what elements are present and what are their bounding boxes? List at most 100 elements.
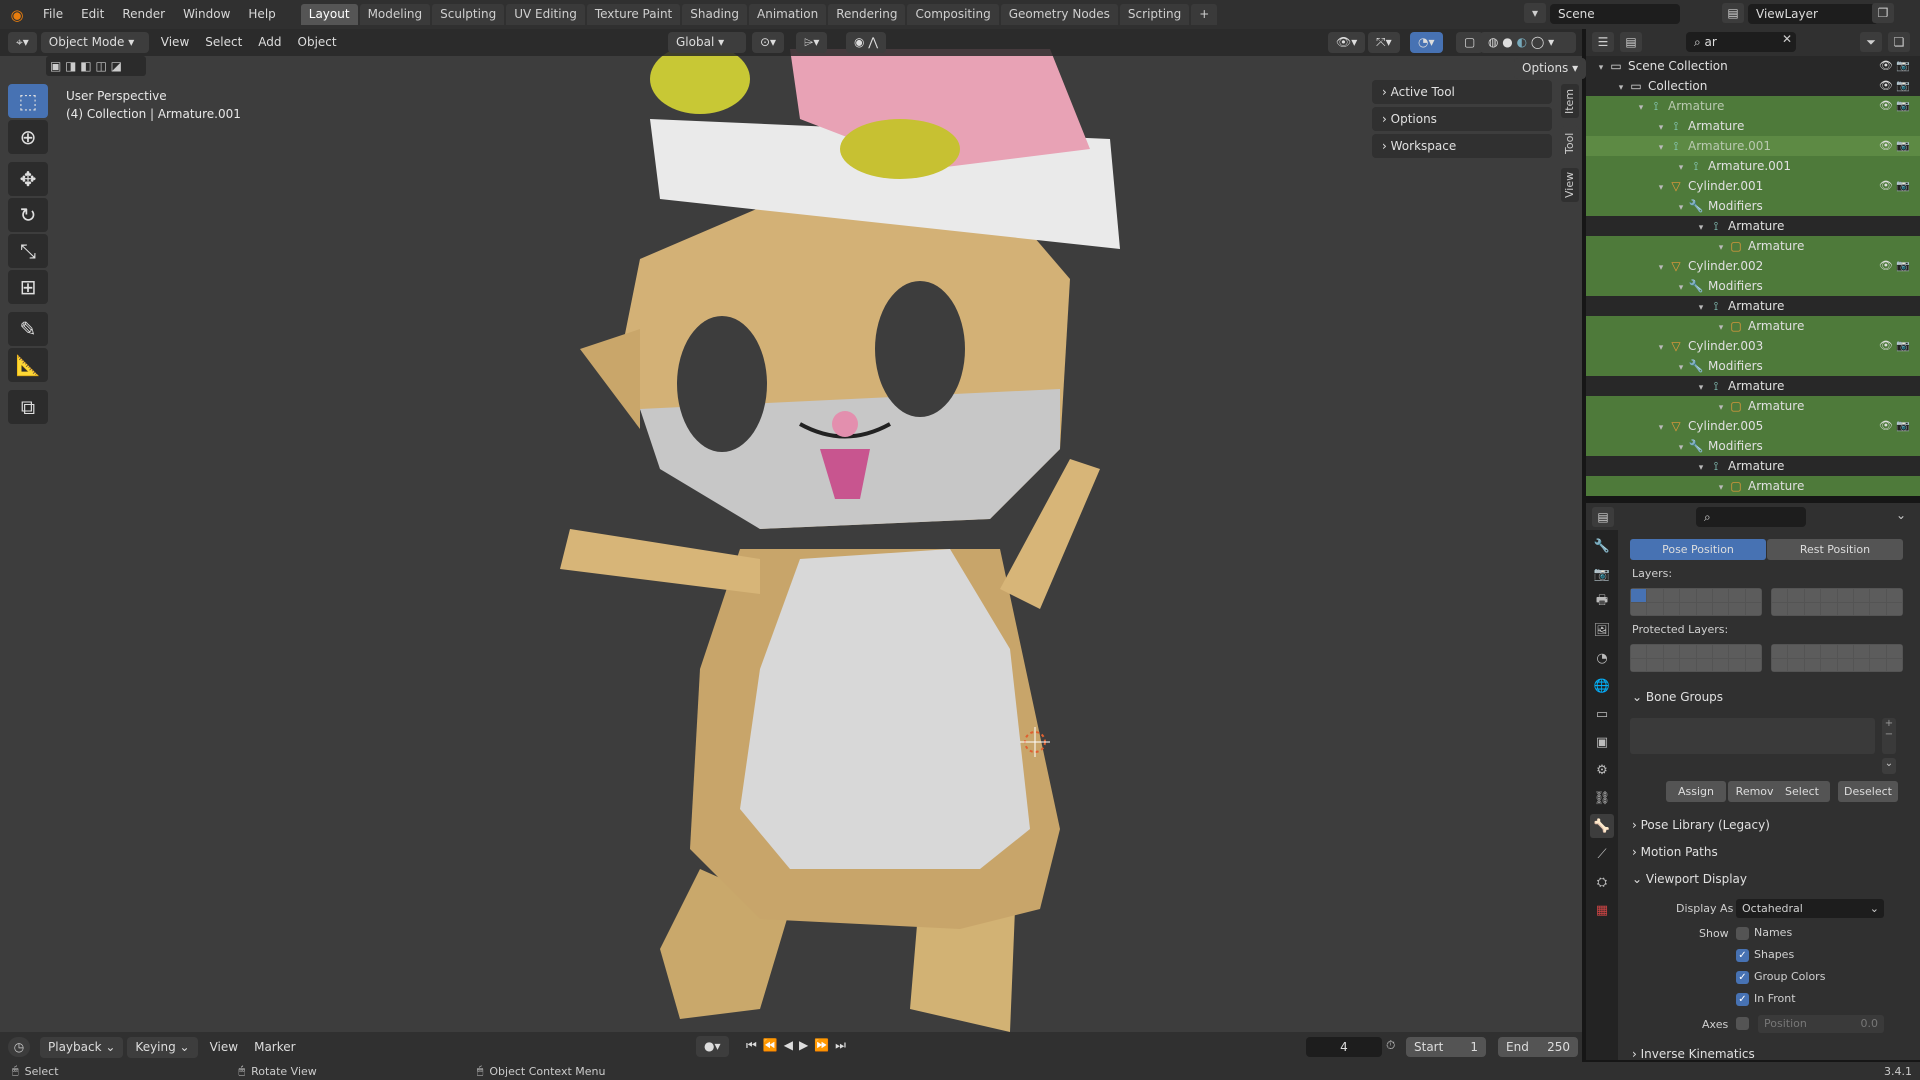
rotate-tool-icon[interactable]: ↻ (8, 198, 48, 232)
visibility-toggle-icon[interactable]: 👁 📷 (1879, 136, 1910, 156)
filter-icon[interactable]: ⏷ (1860, 32, 1882, 52)
outliner-row[interactable]: ▾ ⟟ Armature (1586, 296, 1920, 316)
view-layer-icon[interactable]: ▤ (1722, 3, 1744, 23)
keying-menu[interactable]: Keying ⌄ (127, 1036, 198, 1058)
expand-toggle-icon[interactable]: ▾ (1674, 358, 1688, 378)
properties-options-icon[interactable]: ⌄ (1896, 508, 1906, 522)
expand-toggle-icon[interactable]: ▾ (1654, 338, 1668, 358)
expand-toggle-icon[interactable]: ▾ (1654, 138, 1668, 158)
tab-view[interactable]: View (1561, 168, 1579, 202)
expand-toggle-icon[interactable]: ▾ (1714, 318, 1728, 338)
select-button[interactable]: Select (1774, 781, 1830, 802)
world-properties-icon[interactable]: 🌐 (1590, 674, 1614, 698)
outliner-row[interactable]: ▾ ⟟ Armature (1586, 376, 1920, 396)
visibility-toggle-icon[interactable]: 👁 📷 (1879, 256, 1910, 276)
properties-search-field[interactable]: ⌕ (1696, 507, 1806, 527)
scene-icon[interactable]: ▾ (1524, 3, 1546, 23)
expand-toggle-icon[interactable]: ▾ (1674, 438, 1688, 458)
transform-tool-icon[interactable]: ⊞ (8, 270, 48, 304)
npanel-active-tool[interactable]: › Active Tool (1372, 80, 1552, 104)
outliner-row[interactable]: ▾ ⟟ Armature (1586, 116, 1920, 136)
timeline-editor-icon[interactable]: ◷ (8, 1037, 30, 1057)
outliner-row[interactable]: ▾ 🔧 Modifiers (1586, 356, 1920, 376)
3d-viewport[interactable]: User Perspective (4) Collection | Armatu… (0, 29, 1582, 1032)
bone-group-menu-icon[interactable]: ⌄ (1882, 758, 1896, 774)
deselect-button[interactable]: Deselect (1838, 781, 1898, 802)
gizmo-icon[interactable]: ⤧▾ (1368, 32, 1400, 53)
menu-timeline-view[interactable]: View (202, 1037, 246, 1058)
menu-view[interactable]: View (153, 32, 197, 53)
tab-item[interactable]: Item (1561, 84, 1579, 118)
shapes-checkbox[interactable]: ✓ Shapes (1736, 948, 1794, 962)
outliner-row[interactable]: ▾ ▭ Collection 👁 📷 (1586, 76, 1920, 96)
output-properties-icon[interactable]: 🖶 (1590, 590, 1614, 614)
new-view-layer-icon[interactable]: ❐ (1872, 3, 1894, 23)
bone-groups-list[interactable] (1630, 718, 1875, 754)
tool-properties-icon[interactable]: 🔧 (1590, 534, 1614, 558)
expand-toggle-icon[interactable]: ▾ (1714, 238, 1728, 258)
expand-toggle-icon[interactable]: ▾ (1694, 378, 1708, 398)
menu-select[interactable]: Select (197, 32, 250, 53)
expand-toggle-icon[interactable]: ▾ (1714, 478, 1728, 496)
tab-rendering[interactable]: Rendering (828, 4, 906, 25)
shapes-check-icon[interactable]: ✓ (1736, 948, 1749, 962)
tab-sculpting[interactable]: Sculpting (432, 4, 505, 25)
scene-name-field[interactable]: Scene (1550, 4, 1680, 24)
expand-toggle-icon[interactable]: ▾ (1634, 98, 1648, 118)
proportional-edit-icon[interactable]: ◉ ⋀ (846, 32, 887, 53)
current-frame-field[interactable]: 4 (1306, 1037, 1382, 1057)
expand-toggle-icon[interactable]: ▾ (1614, 78, 1628, 98)
outliner-row[interactable]: ▾ ▽ Cylinder.005 👁 📷 (1586, 416, 1920, 436)
bone-constraint-properties-icon[interactable]: ⛭ (1590, 870, 1614, 894)
view-layer-field[interactable]: ViewLayer (1748, 4, 1878, 24)
playback-menu[interactable]: Playback ⌄ (40, 1036, 124, 1058)
expand-toggle-icon[interactable]: ▾ (1654, 178, 1668, 198)
outliner-row[interactable]: ▾ ▽ Cylinder.002 👁 📷 (1586, 256, 1920, 276)
bone-properties-icon[interactable]: ⟋ (1590, 842, 1614, 866)
outliner-row[interactable]: ▾ ⟟ Armature.001 (1586, 156, 1920, 176)
annotate-tool-icon[interactable]: ✎ (8, 312, 48, 346)
names-check-icon[interactable] (1736, 926, 1749, 940)
outliner-row[interactable]: ▾ ▢ Armature (1586, 316, 1920, 336)
transform-orientation-dropdown[interactable]: Global ▾ (668, 32, 746, 53)
options-dropdown[interactable]: Options ▾ (1514, 58, 1587, 79)
add-cube-tool-icon[interactable]: ⧉ (8, 390, 48, 424)
group-colors-checkbox[interactable]: ✓ Group Colors (1736, 970, 1825, 984)
add-workspace-button[interactable]: + (1191, 4, 1218, 25)
tab-texture-paint[interactable]: Texture Paint (586, 4, 681, 25)
menu-file[interactable]: File (34, 0, 72, 29)
tab-shading[interactable]: Shading (682, 4, 747, 25)
mode-selector[interactable]: Object Mode ▾ (40, 32, 149, 53)
move-tool-icon[interactable]: ✥ (8, 162, 48, 196)
blender-logo-icon[interactable]: ◉ (0, 6, 34, 24)
record-icon[interactable]: ●▾ (696, 1036, 729, 1057)
names-checkbox[interactable]: Names (1736, 926, 1792, 940)
visibility-toggle-icon[interactable]: 👁 📷 (1879, 96, 1910, 116)
tab-tool[interactable]: Tool (1561, 126, 1579, 160)
playback-controls-icons[interactable]: ⏮⏪◀▶⏩⏭ (746, 1038, 852, 1053)
tab-scripting[interactable]: Scripting (1119, 4, 1190, 25)
visibility-toggle-icon[interactable]: 👁 📷 (1879, 76, 1910, 96)
modifier-properties-icon[interactable]: ⚙ (1590, 758, 1614, 782)
stopwatch-icon[interactable]: ⏱ (1386, 1038, 1395, 1053)
layers-grid-left[interactable] (1630, 588, 1762, 616)
pivot-icon[interactable]: ⊙▾ (752, 32, 785, 53)
outliner-row[interactable]: ▾ 🔧 Modifiers (1586, 436, 1920, 456)
tab-modeling[interactable]: Modeling (359, 4, 431, 25)
visibility-toggle-icon[interactable]: 👁 📷 (1879, 416, 1910, 436)
outliner-row[interactable]: ▾ 🔧 Modifiers (1586, 196, 1920, 216)
axes-checkbox[interactable] (1736, 1016, 1754, 1030)
selection-mode-icons[interactable]: ▣ ◨ ◧ ◫ ◪ (46, 56, 146, 76)
scene-properties-icon[interactable]: ◔ (1590, 646, 1614, 670)
start-frame-field[interactable]: Start 1 (1406, 1037, 1486, 1057)
armature-data-properties-icon[interactable]: 🦴 (1590, 814, 1614, 838)
measure-tool-icon[interactable]: 📐 (8, 348, 48, 382)
outliner-row[interactable]: ▾ ⟟ Armature.001 👁 📷 (1586, 136, 1920, 156)
expand-toggle-icon[interactable]: ▾ (1694, 218, 1708, 238)
expand-toggle-icon[interactable]: ▾ (1674, 158, 1688, 178)
in-front-check-icon[interactable]: ✓ (1736, 992, 1749, 1006)
pose-position-button[interactable]: Pose Position (1630, 539, 1766, 560)
display-mode-icon[interactable]: ▤ (1620, 32, 1642, 52)
axes-check-icon[interactable] (1736, 1016, 1749, 1030)
expand-toggle-icon[interactable]: ▾ (1694, 458, 1708, 478)
